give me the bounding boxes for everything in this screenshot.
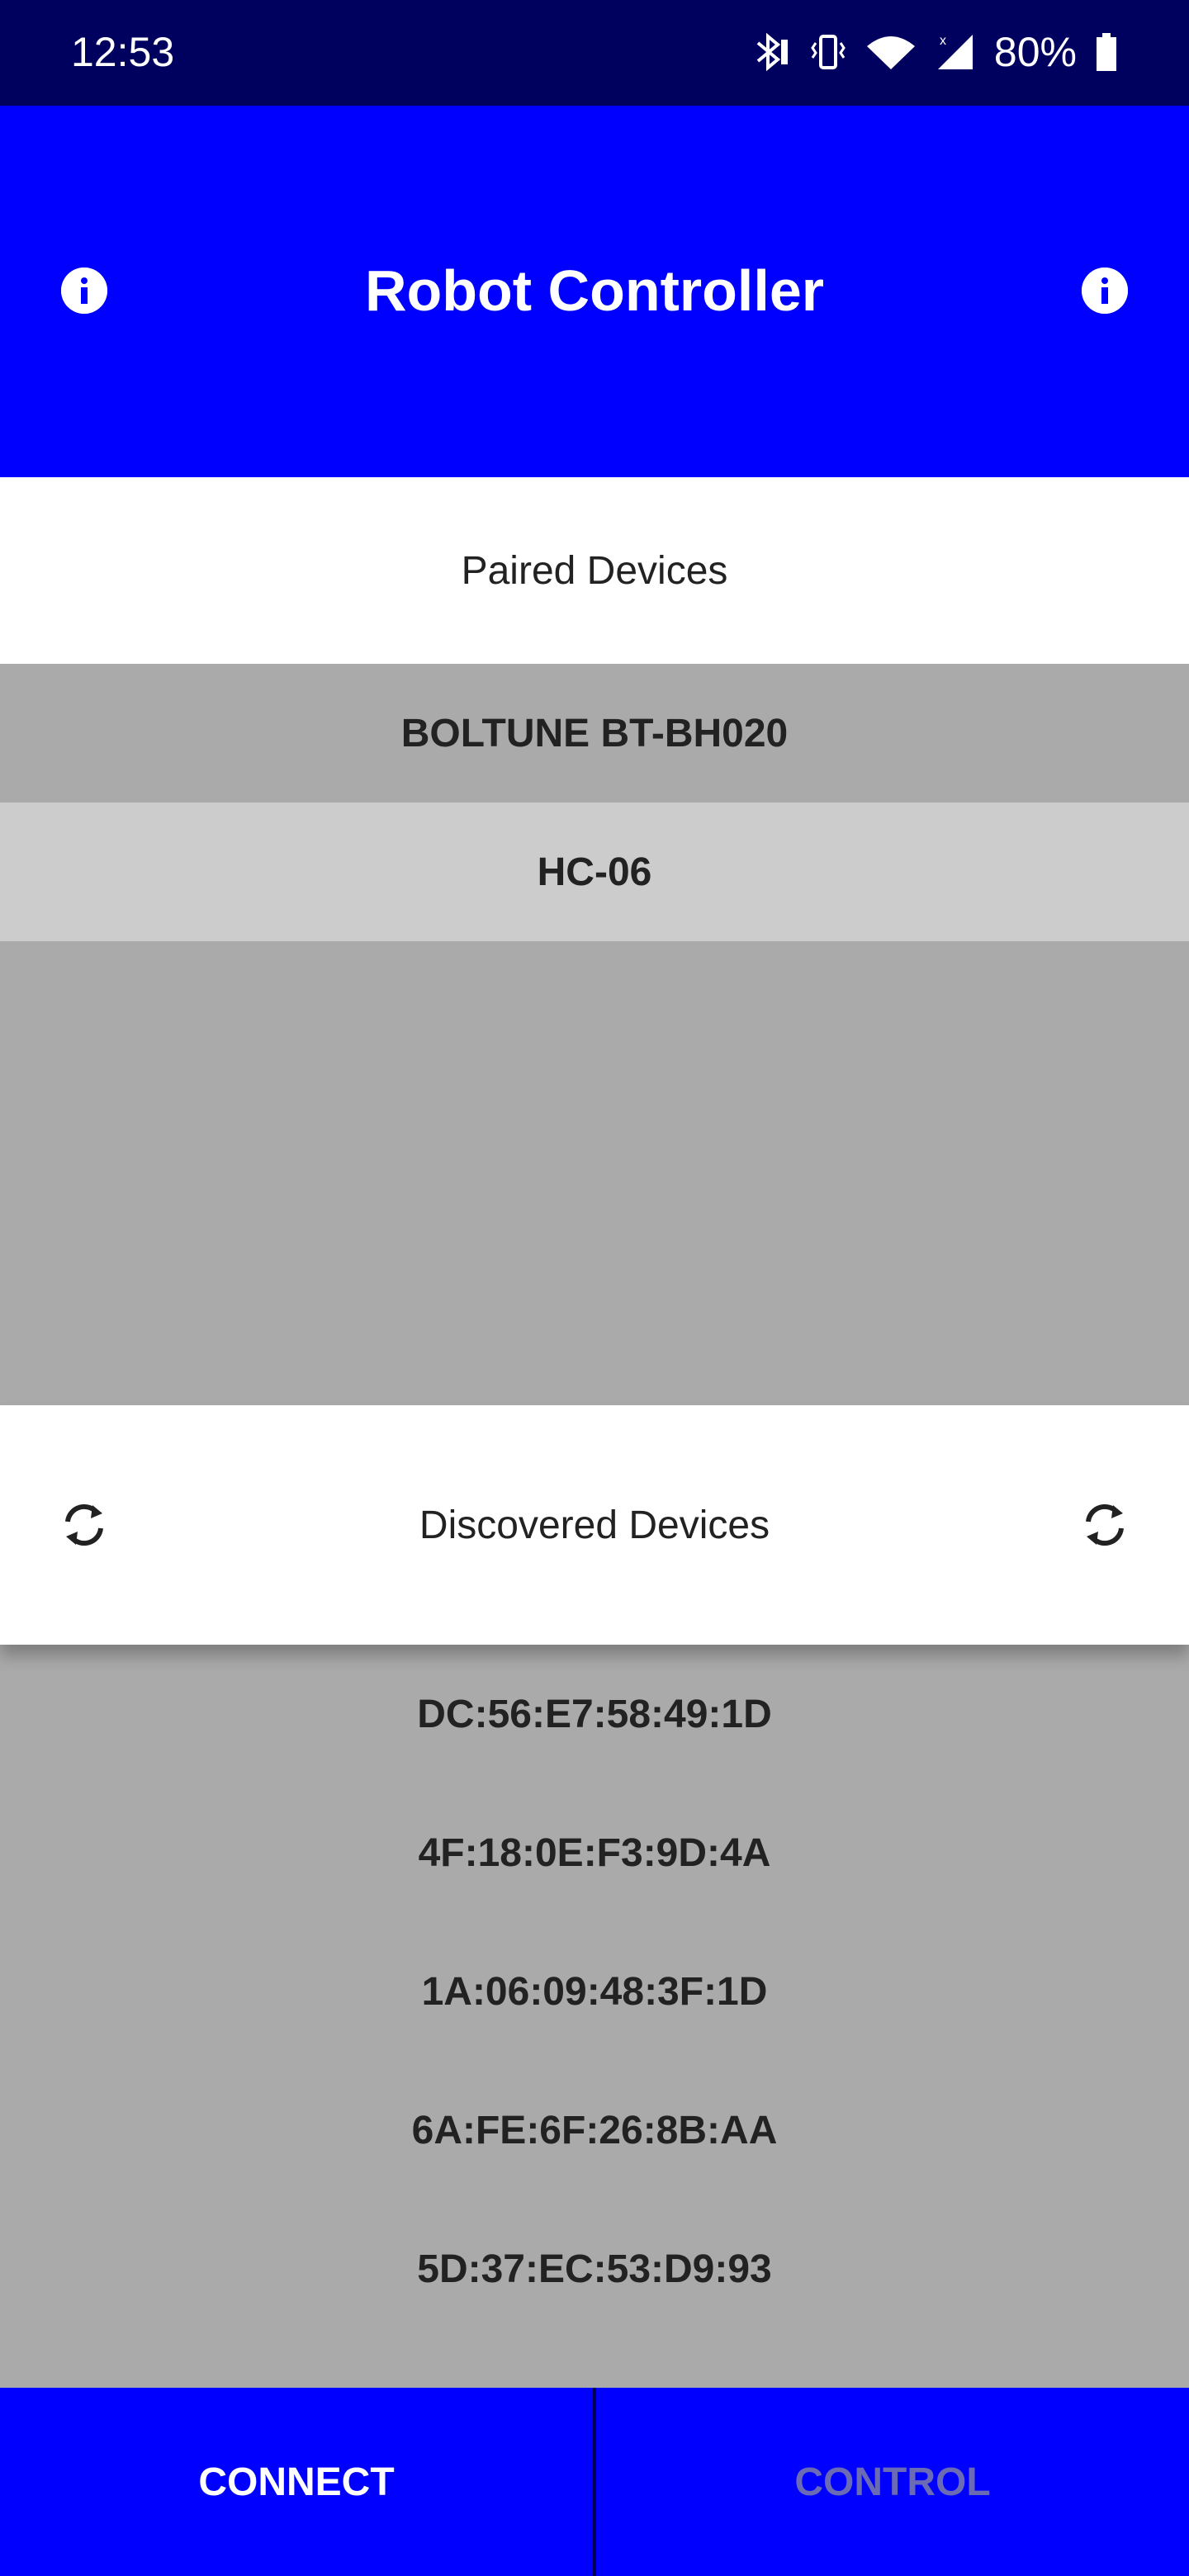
discovered-devices-header: Discovered Devices xyxy=(0,1405,1189,1645)
paired-device-item-selected[interactable]: HC-06 xyxy=(0,803,1189,941)
info-icon-right[interactable] xyxy=(1082,268,1128,314)
paired-devices-header: Paired Devices xyxy=(0,477,1189,664)
bluetooth-icon xyxy=(753,31,791,73)
battery-percent: 80% xyxy=(993,29,1077,75)
device-name: BOLTUNE BT-BH020 xyxy=(400,711,789,755)
control-button[interactable]: CONTROL xyxy=(596,2388,1189,2576)
battery-icon xyxy=(1095,31,1118,73)
discovered-devices-list: DC:56:E7:58:49:1D 4F:18:0E:F3:9D:4A 1A:0… xyxy=(0,1645,1189,2388)
page-title: Robot Controller xyxy=(364,258,825,323)
device-name: HC-06 xyxy=(537,850,652,894)
bottom-bar: CONNECT CONTROL xyxy=(0,2388,1189,2576)
device-address: 1A:06:09:48:3F:1D xyxy=(421,1969,768,2014)
device-address: 4F:18:0E:F3:9D:4A xyxy=(418,1830,771,1875)
discovered-device-item[interactable]: DC:56:E7:58:49:1D xyxy=(0,1645,1189,1783)
discovered-device-item[interactable]: 4F:18:0E:F3:9D:4A xyxy=(0,1783,1189,1922)
discovered-device-item[interactable]: 5D:37:EC:53:D9:93 xyxy=(0,2200,1189,2338)
refresh-button-right[interactable] xyxy=(1077,1497,1133,1553)
paired-device-item[interactable]: BOLTUNE BT-BH020 xyxy=(0,664,1189,803)
device-address: DC:56:E7:58:49:1D xyxy=(417,1692,772,1736)
paired-devices-title: Paired Devices xyxy=(461,548,728,593)
refresh-icon xyxy=(65,1503,103,1546)
wifi-icon xyxy=(865,31,917,73)
vibrate-icon xyxy=(809,31,847,73)
svg-text:x: x xyxy=(940,34,946,48)
refresh-button-left[interactable] xyxy=(56,1497,112,1553)
discovered-device-item[interactable]: 6A:FE:6F:26:8B:AA xyxy=(0,2061,1189,2200)
status-icons: x 80% xyxy=(753,25,1118,79)
device-address: 6A:FE:6F:26:8B:AA xyxy=(411,2108,778,2152)
info-icon xyxy=(1082,268,1128,314)
app-bar: Robot Controller xyxy=(0,106,1189,477)
status-time: 12:53 xyxy=(71,29,175,75)
refresh-icon xyxy=(1086,1503,1124,1546)
signal-icon: x xyxy=(935,31,976,73)
discovered-devices-title: Discovered Devices xyxy=(419,1503,770,1547)
connect-button[interactable]: CONNECT xyxy=(0,2388,596,2576)
discovered-device-item[interactable]: 1A:06:09:48:3F:1D xyxy=(0,1922,1189,2061)
device-address: 5D:37:EC:53:D9:93 xyxy=(417,2247,772,2291)
status-bar: 12:53 x 80% xyxy=(0,0,1189,106)
paired-devices-list: BOLTUNE BT-BH020 HC-06 xyxy=(0,664,1189,1405)
